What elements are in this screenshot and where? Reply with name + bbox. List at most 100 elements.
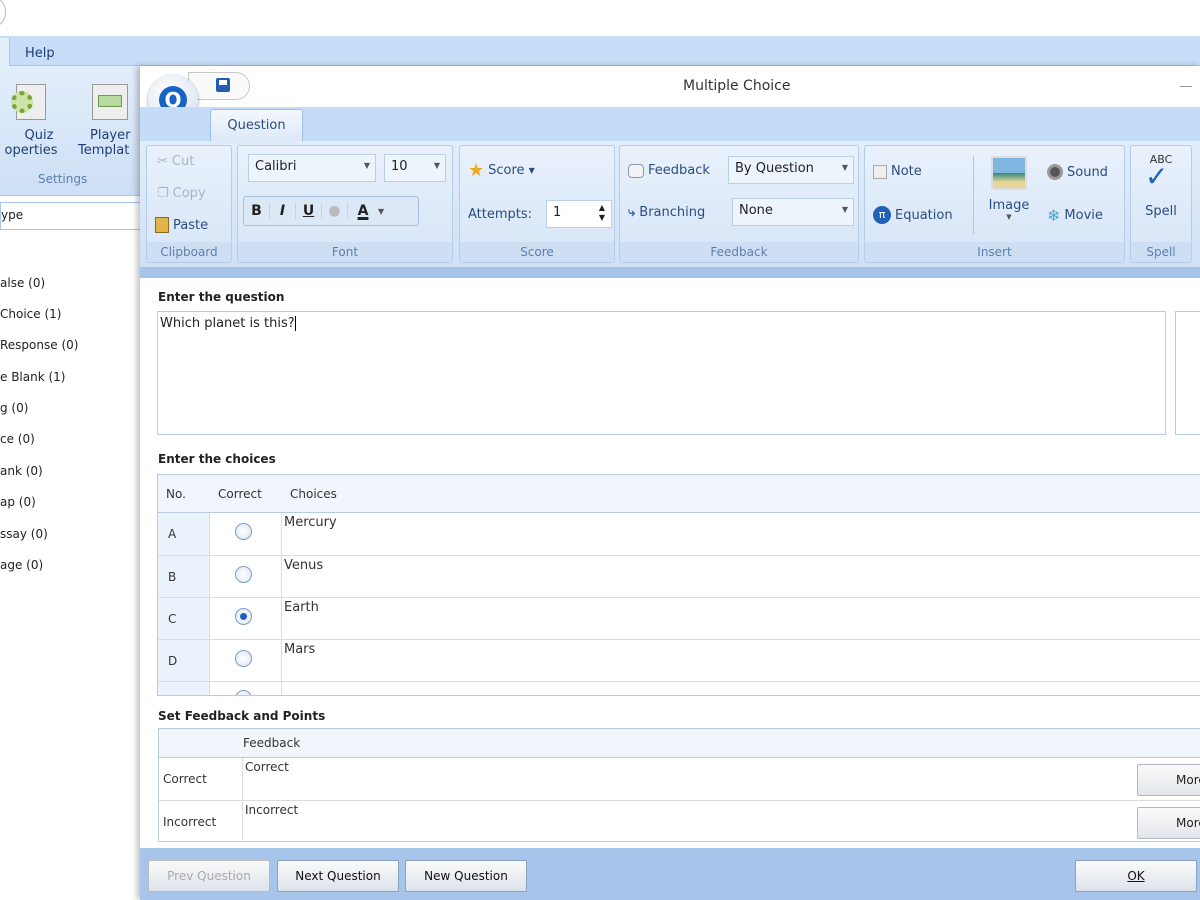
correct-radio[interactable] — [235, 566, 252, 583]
attempts-label: Attempts: — [468, 207, 533, 222]
copy-icon: ❐ — [157, 186, 169, 201]
font-color-button[interactable]: A — [348, 203, 378, 219]
type-search-input[interactable]: ype — [0, 202, 145, 230]
feedback-text-input[interactable]: Incorrect — [245, 803, 298, 817]
spin-arrows-icon[interactable]: ▲ ▼ — [599, 203, 605, 223]
title-bar: Q Multiple Choice — [140, 66, 1200, 125]
menu-help[interactable]: Help — [25, 46, 55, 61]
question-type-item[interactable]: ssay (0) — [0, 527, 48, 541]
note-icon — [873, 164, 887, 179]
question-label: Enter the question — [158, 290, 285, 304]
more-button[interactable]: More... — [1137, 807, 1200, 839]
question-input[interactable]: Which planet is this? — [157, 311, 1166, 435]
question-type-item[interactable]: e Blank (1) — [0, 370, 65, 384]
branching-button[interactable]: ⤷ Branching — [628, 205, 705, 220]
bold-button[interactable]: B — [244, 203, 270, 219]
format-toolbar: B I U ● A ▼ — [243, 196, 419, 226]
prev-question-button[interactable]: Prev Question — [148, 860, 270, 892]
correct-radio[interactable] — [235, 608, 252, 625]
clipboard-group-label: Clipboard — [147, 242, 231, 262]
header-choices: Choices — [290, 487, 337, 501]
chevron-down-icon: ▼ — [1006, 213, 1012, 221]
feedback-row: Incorrect Incorrect More... — [159, 800, 1200, 841]
sound-button[interactable]: Sound — [1047, 164, 1108, 180]
equation-button[interactable]: π Equation — [873, 206, 953, 224]
ok-button[interactable]: OK — [1075, 860, 1197, 892]
pi-icon: π — [873, 206, 891, 224]
choice-text-input[interactable]: Mercury — [284, 515, 337, 530]
question-type-item[interactable]: g (0) — [0, 401, 28, 415]
correct-radio[interactable] — [235, 690, 252, 695]
choices-header: No. Correct Choices — [158, 475, 1200, 513]
choice-text-input[interactable]: Venus — [284, 558, 323, 573]
feedback-mode-select[interactable]: By Question ▼ — [728, 156, 854, 184]
feedback-header: Feedback — [159, 729, 1200, 758]
menu-tab-left[interactable] — [0, 38, 10, 66]
feedback-group: Feedback By Question ▼ ⤷ Branching None ▼ F… — [619, 145, 859, 263]
question-type-item[interactable]: ank (0) — [0, 464, 43, 478]
clipboard-group: ✂ Cut ❐ Copy Paste Clipboard — [146, 145, 232, 263]
insert-group: Note π Equation Image ▼ Sound ❄ Movie Inse… — [864, 145, 1125, 263]
gear-icon — [11, 84, 46, 120]
italic-button[interactable]: I — [270, 203, 296, 219]
underline-button[interactable]: U — [296, 203, 322, 219]
feedback-group-label: Feedback — [620, 242, 858, 262]
choice-row-partial — [158, 681, 1200, 695]
ribbon-tab-strip: Question — [140, 107, 1200, 141]
choices-table: No. Correct Choices A Mercury B Venus C … — [157, 474, 1200, 696]
note-button[interactable]: Note — [873, 164, 922, 179]
quiz-properties-button[interactable]: Quiz operties — [0, 84, 62, 158]
star-icon: ★ — [468, 160, 485, 181]
paste-button[interactable]: Paste — [155, 217, 208, 233]
font-size-select[interactable]: 10 ▼ — [384, 154, 446, 182]
question-type-item[interactable]: Response (0) — [0, 338, 78, 352]
save-icon[interactable] — [216, 78, 230, 92]
font-group: Calibri ▼ 10 ▼ B I U ● A ▼ Font — [237, 145, 453, 263]
template-icon — [92, 84, 128, 120]
highlight-icon[interactable]: ● — [322, 203, 348, 219]
feedback-text-input[interactable]: Correct — [245, 760, 289, 774]
window-control[interactable] — [0, 0, 6, 26]
question-type-item[interactable]: ce (0) — [0, 432, 35, 446]
new-question-button[interactable]: New Question — [405, 860, 527, 892]
score-group: ★ Score ▼ Attempts: 1 ▲ ▼ Score — [459, 145, 615, 263]
copy-button[interactable]: ❐ Copy — [157, 186, 206, 201]
question-type-item[interactable]: age (0) — [0, 558, 43, 572]
tab-question[interactable]: Question — [210, 109, 303, 141]
next-question-button[interactable]: Next Question — [277, 860, 399, 892]
image-button[interactable]: Image ▼ — [985, 156, 1033, 221]
ribbon: ✂ Cut ❐ Copy Paste Clipboard Calibri ▼ 10 ▼ … — [140, 141, 1200, 267]
correct-radio[interactable] — [235, 650, 252, 667]
cut-button[interactable]: ✂ Cut — [157, 154, 194, 169]
choice-row: A Mercury — [168, 515, 337, 541]
movie-button[interactable]: ❄ Movie — [1047, 206, 1103, 225]
attempts-stepper[interactable]: 1 ▲ ▼ — [546, 200, 612, 228]
question-media-box[interactable] — [1175, 311, 1200, 435]
chevron-down-icon[interactable]: ▼ — [378, 207, 384, 216]
font-family-select[interactable]: Calibri ▼ — [248, 154, 376, 182]
insert-group-label: Insert — [865, 242, 1124, 262]
question-type-list: alse (0) Choice (1) Response (0) e Blank… — [0, 232, 145, 900]
header-correct: Correct — [218, 487, 262, 501]
player-template-button[interactable]: Player Templat — [78, 84, 148, 158]
branching-select[interactable]: None ▼ — [732, 198, 854, 226]
question-editor: Enter the question Which planet is this?… — [140, 278, 1200, 848]
choice-row: C Earth — [158, 597, 1200, 639]
choice-text-input[interactable]: Earth — [284, 600, 319, 615]
spell-button[interactable]: ABC ✓ Spell — [1131, 152, 1191, 219]
choice-row: D Mars — [158, 639, 1200, 681]
chevron-down-icon: ▼ — [363, 161, 370, 170]
text-cursor — [294, 316, 296, 331]
more-button[interactable]: More... — [1137, 764, 1200, 796]
question-type-item[interactable]: Choice (1) — [0, 307, 61, 321]
question-type-item[interactable]: alse (0) — [0, 276, 45, 290]
spellcheck-icon: ABC ✓ — [1145, 153, 1173, 193]
choice-text-input[interactable]: Mars — [284, 642, 315, 657]
minimize-button[interactable] — [1180, 86, 1192, 87]
question-type-item[interactable]: ap (0) — [0, 495, 36, 509]
score-button[interactable]: ★ Score ▼ — [468, 160, 535, 181]
paste-icon — [155, 217, 169, 233]
feedback-button[interactable]: Feedback — [628, 163, 710, 178]
correct-radio[interactable] — [235, 523, 252, 540]
chevron-down-icon: ▼ — [841, 205, 848, 214]
